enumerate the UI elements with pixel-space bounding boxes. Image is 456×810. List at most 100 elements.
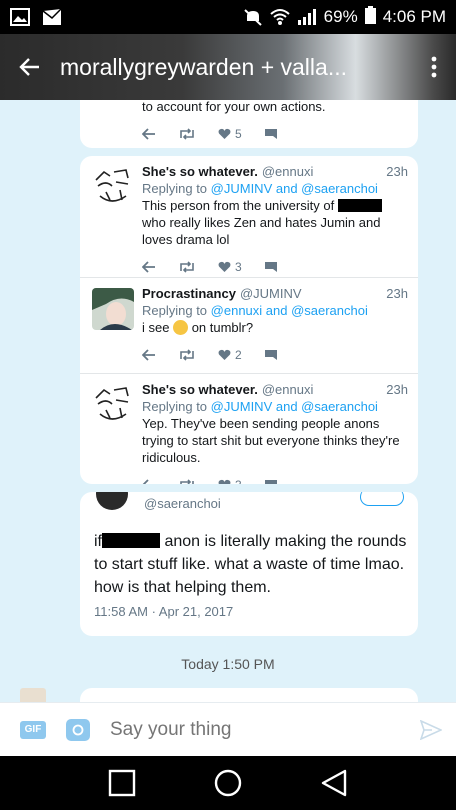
thinking-face-emoji-icon	[173, 320, 189, 335]
username[interactable]: @JUMINV	[240, 286, 302, 301]
message-input[interactable]	[110, 718, 406, 741]
partial-message-card[interactable]	[80, 688, 418, 702]
avatar[interactable]	[92, 166, 134, 208]
avatar[interactable]	[96, 492, 128, 510]
conversation-title: morallygreywarden + valla...	[60, 53, 347, 80]
anime-avatar-image	[92, 288, 134, 330]
like-button[interactable]: 2	[218, 348, 242, 362]
mail-icon	[42, 8, 62, 26]
retweet-icon	[180, 479, 194, 484]
message-button[interactable]	[264, 128, 278, 140]
dm-icon	[264, 480, 277, 484]
tweet-text-start: if	[94, 533, 102, 550]
signal-icon	[297, 8, 317, 26]
wifi-icon	[269, 8, 290, 26]
tweet-text-start: i see	[142, 320, 174, 335]
arrow-left-icon	[19, 58, 39, 76]
heart-icon	[218, 128, 231, 139]
avatar[interactable]	[20, 688, 46, 702]
message-button[interactable]	[264, 261, 278, 273]
tweet-text: This person from the university of who r…	[142, 197, 408, 248]
tweet-timestamp: 11:58 AM · Apr 21, 2017	[94, 604, 234, 619]
date-separator: Today 1:50 PM	[181, 656, 275, 672]
tweet-actions: 2	[142, 336, 408, 374]
avatar[interactable]	[92, 288, 134, 330]
reply-prefix: Replying to	[142, 399, 211, 414]
reply-mentions[interactable]: @ennuxi and @saeranchoi	[211, 303, 368, 318]
username[interactable]: @ennuxi	[262, 382, 314, 397]
reply-icon	[142, 479, 149, 484]
battery-percent: 69%	[323, 7, 358, 26]
message-button[interactable]	[264, 479, 278, 484]
reply-icon	[142, 261, 155, 273]
retweet-icon	[180, 349, 194, 361]
like-count: 3	[235, 478, 242, 484]
reply-button[interactable]	[142, 479, 156, 484]
home-icon[interactable]	[213, 768, 243, 798]
like-button[interactable]: 5	[218, 127, 242, 141]
retweet-button[interactable]	[178, 349, 196, 361]
dm-icon	[264, 350, 277, 360]
like-count: 2	[235, 348, 242, 362]
reply-button[interactable]	[142, 349, 156, 361]
retweet-button[interactable]	[178, 479, 196, 484]
status-bar: 69% 4:06 PM	[0, 0, 456, 34]
timestamp: 23h	[386, 286, 408, 301]
heart-icon	[218, 479, 231, 484]
username[interactable]: @ennuxi	[262, 164, 314, 179]
gif-button[interactable]: GIF	[20, 720, 46, 739]
tweet[interactable]: She's so whatever. @ennuxi 23h Replying …	[80, 156, 418, 278]
follow-button[interactable]	[360, 492, 404, 506]
reply-prefix: Replying to	[142, 303, 211, 318]
avatar[interactable]	[92, 384, 134, 426]
retweet-button[interactable]	[178, 261, 196, 273]
tweet[interactable]: Procrastinancy @JUMINV 23h Replying to @…	[80, 278, 418, 374]
display-name[interactable]: Procrastinancy	[142, 286, 236, 301]
tweet-text: to account for your own actions.	[142, 100, 326, 114]
like-count: 3	[235, 260, 242, 274]
like-button[interactable]: 3	[218, 260, 242, 274]
back-nav-icon[interactable]	[320, 768, 348, 798]
username[interactable]: @saeranchoi	[144, 496, 221, 511]
embedded-tweet-card[interactable]: @saeranchoi if anon is literally making …	[80, 492, 418, 636]
tweet-text-start: This person from the university of	[142, 198, 338, 213]
sketch-avatar-image	[92, 166, 134, 208]
reply-button[interactable]	[142, 261, 156, 273]
reply-context: Replying to @JUMINV and @saeranchoi	[142, 399, 408, 414]
sketch-avatar-image	[92, 384, 134, 426]
reply-mentions[interactable]: @JUMINV and @saeranchoi	[211, 399, 378, 414]
display-name[interactable]: She's so whatever.	[142, 382, 258, 397]
reply-context: Replying to @ennuxi and @saeranchoi	[142, 303, 408, 318]
system-navigation-bar	[0, 756, 456, 810]
gallery-icon	[10, 8, 30, 26]
tweet-thread-card[interactable]: She's so whatever. @ennuxi 23h Replying …	[80, 156, 418, 484]
tweet-text-end: who really likes Zen and hates Jumin and…	[142, 215, 381, 247]
send-icon	[420, 719, 442, 740]
message-thread[interactable]: to account for your own actions. 5 She's…	[0, 100, 456, 702]
camera-icon	[72, 724, 84, 735]
heart-icon	[218, 349, 231, 360]
like-count: 5	[235, 127, 242, 141]
like-button[interactable]: 3	[218, 478, 242, 484]
back-button[interactable]	[0, 34, 60, 100]
more-vertical-icon	[431, 56, 437, 78]
redaction-bar	[102, 533, 160, 548]
message-button[interactable]	[264, 349, 278, 361]
tweet[interactable]: She's so whatever. @ennuxi 23h Replying …	[80, 374, 418, 484]
quoted-tweet-card[interactable]: to account for your own actions. 5	[80, 100, 418, 148]
mute-icon	[243, 8, 263, 26]
reply-icon	[142, 128, 155, 140]
timestamp: 23h	[386, 382, 408, 397]
overflow-menu-button[interactable]	[412, 34, 456, 100]
reply-icon	[142, 349, 155, 361]
reply-mentions[interactable]: @JUMINV and @saeranchoi	[211, 181, 378, 196]
reply-button[interactable]	[142, 128, 156, 140]
battery-icon	[364, 5, 376, 29]
display-name[interactable]: She's so whatever.	[142, 164, 258, 179]
recent-apps-icon[interactable]	[108, 769, 136, 797]
send-button[interactable]	[406, 719, 456, 740]
retweet-button[interactable]	[178, 128, 196, 140]
tweet-text: if anon is literally making the rounds t…	[94, 530, 408, 599]
camera-button[interactable]	[66, 718, 90, 741]
tweet-actions: 5	[142, 115, 408, 148]
